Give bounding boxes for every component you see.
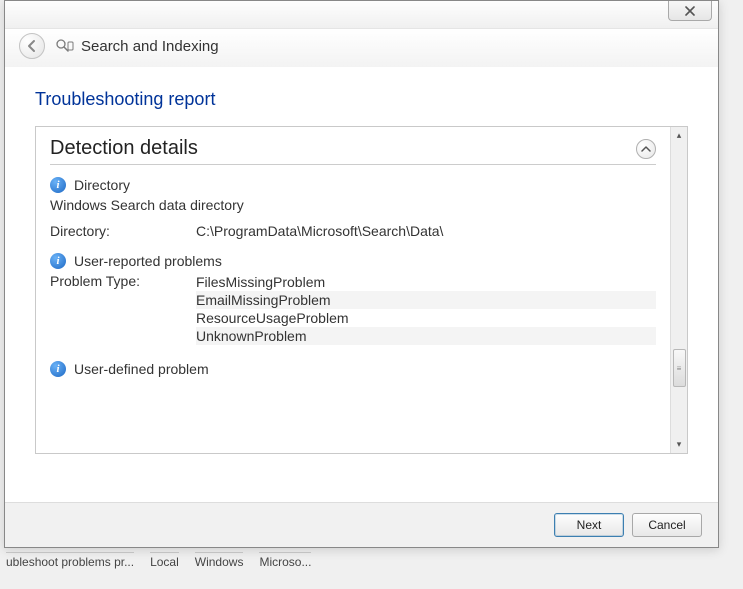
bg-item: Microso... [259, 552, 311, 569]
directory-path: C:\ProgramData\Microsoft\Search\Data\ [196, 223, 656, 239]
info-icon: i [50, 177, 66, 193]
problem-type-item: UnknownProblem [196, 327, 656, 345]
directory-label: Directory: [50, 223, 196, 239]
bg-item: ubleshoot problems pr... [6, 552, 134, 569]
report-scroll-content: Detection details i Directory Windows Se… [36, 127, 670, 453]
scroll-up-arrow[interactable]: ▴ [673, 129, 686, 142]
chevron-up-icon [641, 144, 651, 154]
troubleshooter-dialog: Search and Indexing Troubleshooting repo… [4, 0, 719, 548]
wizard-title: Search and Indexing [81, 38, 219, 55]
problem-type-item: EmailMissingProblem [196, 291, 656, 309]
problem-type-list: FilesMissingProblem EmailMissingProblem … [196, 273, 656, 345]
report-title: Troubleshooting report [35, 89, 688, 110]
cancel-button[interactable]: Cancel [632, 513, 702, 537]
search-indexing-icon [55, 38, 75, 54]
user-reported-heading-row: i User-reported problems [50, 253, 656, 269]
back-button[interactable] [19, 33, 45, 59]
directory-description: Windows Search data directory [50, 197, 656, 213]
scroll-thumb[interactable]: ≡ [673, 349, 686, 387]
user-defined-heading: User-defined problem [74, 361, 209, 377]
problem-type-item: FilesMissingProblem [196, 273, 656, 291]
info-icon: i [50, 253, 66, 269]
problem-type-item: ResourceUsageProblem [196, 309, 656, 327]
problem-type-label: Problem Type: [50, 273, 196, 345]
report-frame: Detection details i Directory Windows Se… [35, 126, 688, 454]
next-button[interactable]: Next [554, 513, 624, 537]
directory-heading: Directory [74, 177, 130, 193]
titlebar [5, 1, 718, 29]
detection-details-header[interactable]: Detection details [50, 137, 656, 165]
directory-heading-row: i Directory [50, 177, 656, 193]
content-area: Troubleshooting report Detection details… [5, 67, 718, 543]
bg-item: Local [150, 552, 179, 569]
collapse-button[interactable] [636, 139, 656, 159]
vertical-scrollbar[interactable]: ▴ ≡ ▾ [670, 127, 687, 453]
detection-details-title: Detection details [50, 137, 198, 160]
user-reported-heading: User-reported problems [74, 253, 222, 269]
wizard-title-group: Search and Indexing [55, 38, 219, 55]
dialog-footer: Next Cancel [5, 502, 718, 547]
close-icon [684, 6, 696, 16]
background-taskbar: ubleshoot problems pr... Local Windows M… [0, 552, 311, 569]
user-defined-heading-row: i User-defined problem [50, 361, 656, 377]
wizard-header: Search and Indexing [5, 29, 718, 67]
directory-kv: Directory: C:\ProgramData\Microsoft\Sear… [50, 223, 656, 239]
problem-type-block: Problem Type: FilesMissingProblem EmailM… [50, 273, 656, 345]
back-arrow-icon [25, 39, 39, 53]
close-button[interactable] [668, 1, 712, 21]
info-icon: i [50, 361, 66, 377]
bg-item: Windows [195, 552, 244, 569]
scroll-down-arrow[interactable]: ▾ [673, 438, 686, 451]
